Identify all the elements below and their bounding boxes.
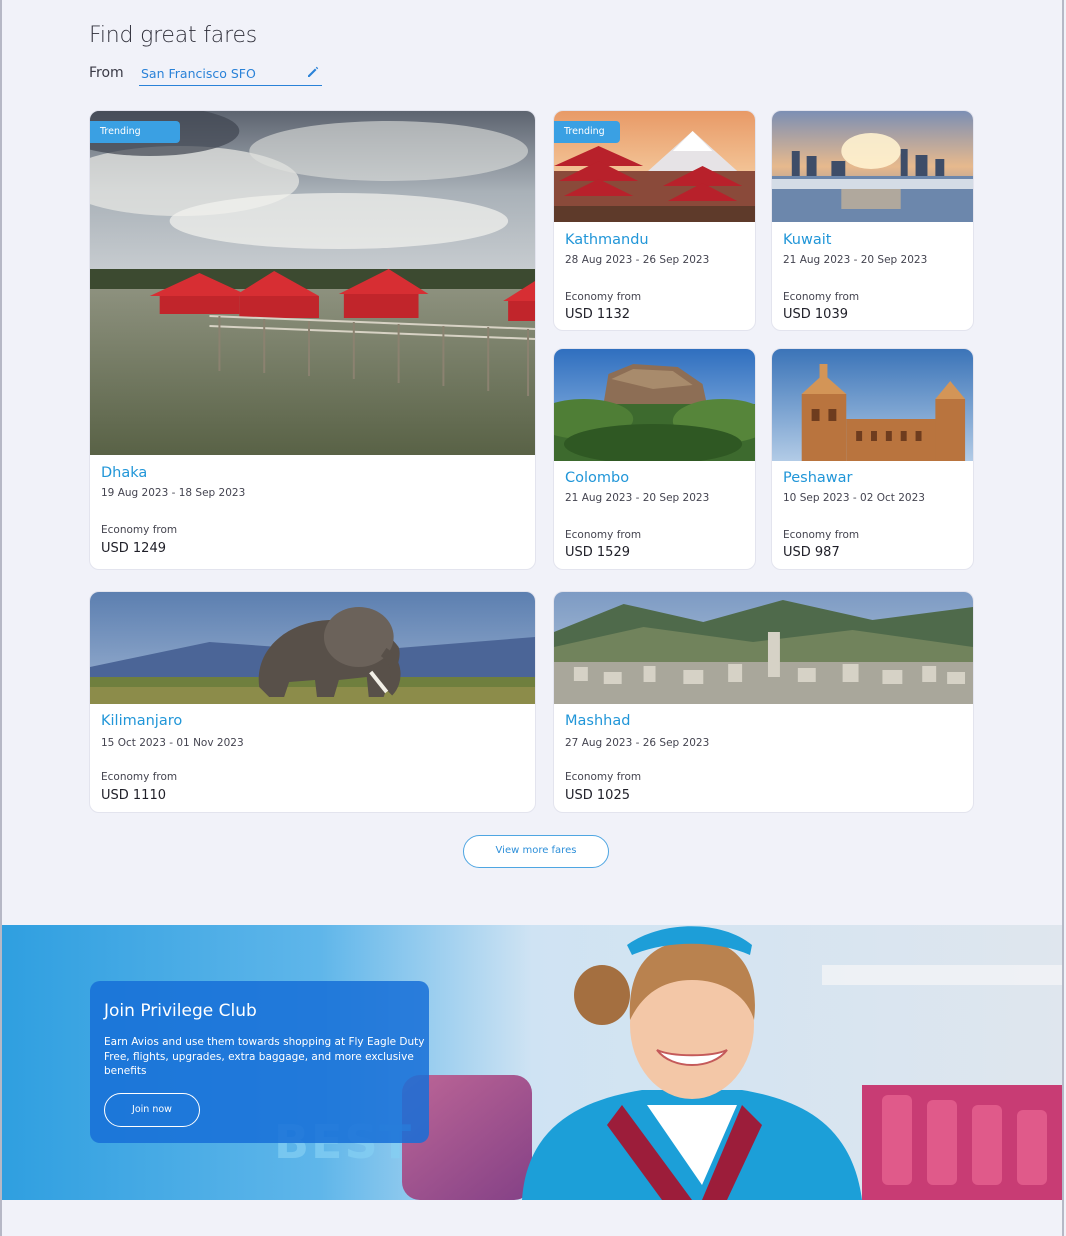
cabin-label: Economy from	[565, 291, 642, 303]
cabin-label: Economy from	[783, 291, 860, 303]
cabin-label: Economy from	[565, 771, 642, 783]
destination-name[interactable]: Colombo	[565, 470, 629, 486]
destination-name[interactable]: Kilimanjaro	[101, 713, 182, 729]
cabin-label: Economy from	[783, 529, 860, 541]
privilege-club-card: Join Privilege Club Earn Avios and use t…	[90, 981, 429, 1143]
destination-name[interactable]: Kuwait	[783, 232, 831, 248]
travel-dates: 21 Aug 2023 - 20 Sep 2023	[783, 254, 928, 266]
destination-photo	[772, 111, 973, 222]
fare-card-colombo[interactable]: Colombo 21 Aug 2023 - 20 Sep 2023 Econom…	[553, 348, 756, 570]
fare-price: USD 1025	[565, 788, 630, 803]
travel-dates: 10 Sep 2023 - 02 Oct 2023	[783, 492, 925, 504]
destination-name[interactable]: Kathmandu	[565, 232, 649, 248]
fare-card-kilimanjaro[interactable]: Kilimanjaro 15 Oct 2023 - 01 Nov 2023 Ec…	[89, 591, 536, 813]
travel-dates: 27 Aug 2023 - 26 Sep 2023	[565, 737, 710, 749]
destination-photo	[772, 349, 973, 461]
fare-card-kuwait[interactable]: Kuwait 21 Aug 2023 - 20 Sep 2023 Economy…	[771, 110, 974, 331]
view-more-fares-button[interactable]: View more fares	[463, 835, 609, 868]
destination-name[interactable]: Dhaka	[101, 465, 147, 481]
promo-description: Earn Avios and use them towards shopping…	[104, 1036, 425, 1077]
trending-badge: Trending	[90, 121, 180, 143]
cabin-label: Economy from	[101, 771, 178, 783]
trending-badge: Trending	[554, 121, 620, 143]
fare-card-mashhad[interactable]: Mashhad 27 Aug 2023 - 26 Sep 2023 Econom…	[553, 591, 974, 813]
privilege-club-banner: BEST Join Privilege Club Earn Avios and …	[2, 925, 1062, 1200]
fare-price: USD 1110	[101, 788, 166, 803]
travel-dates: 15 Oct 2023 - 01 Nov 2023	[101, 737, 244, 749]
fare-card-dhaka[interactable]: Trending Dhaka 19 Aug 2023 - 18 Sep 2023…	[89, 110, 536, 570]
fare-price: USD 1132	[565, 307, 630, 322]
destination-photo	[554, 592, 973, 704]
origin-value[interactable]: San Francisco SFO	[141, 66, 256, 81]
page-frame-right	[1062, 0, 1064, 1236]
destination-name[interactable]: Peshawar	[783, 470, 852, 486]
fare-card-kathmandu[interactable]: Trending Kathmandu 28 Aug 2023 - 26 Sep …	[553, 110, 756, 331]
from-label: From	[89, 65, 124, 81]
page-title: Find great fares	[89, 23, 258, 48]
travel-dates: 28 Aug 2023 - 26 Sep 2023	[565, 254, 710, 266]
destination-name[interactable]: Mashhad	[565, 713, 630, 729]
fare-price: USD 1249	[101, 541, 166, 556]
pencil-icon[interactable]	[306, 65, 320, 79]
fare-price: USD 1039	[783, 307, 848, 322]
destination-photo	[90, 111, 535, 455]
fare-price: USD 987	[783, 545, 840, 560]
travel-dates: 19 Aug 2023 - 18 Sep 2023	[101, 487, 246, 499]
cabin-label: Economy from	[565, 529, 642, 541]
join-now-button[interactable]: Join now	[104, 1093, 200, 1127]
cabin-label: Economy from	[101, 524, 178, 536]
destination-photo	[554, 349, 755, 461]
fare-card-peshawar[interactable]: Peshawar 10 Sep 2023 - 02 Oct 2023 Econo…	[771, 348, 974, 570]
promo-title: Join Privilege Club	[104, 1001, 257, 1021]
travel-dates: 21 Aug 2023 - 20 Sep 2023	[565, 492, 710, 504]
destination-photo	[90, 592, 535, 704]
fare-price: USD 1529	[565, 545, 630, 560]
origin-field[interactable]: San Francisco SFO	[139, 63, 322, 86]
